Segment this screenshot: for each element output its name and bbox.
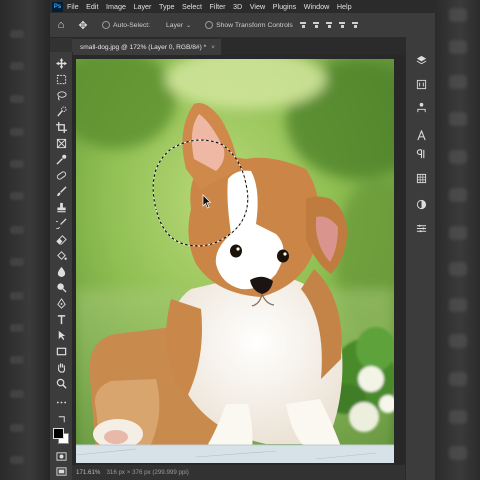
show-transform-checkbox[interactable] <box>205 21 214 29</box>
dodge-tool-icon[interactable] <box>55 281 67 293</box>
color-icon[interactable] <box>415 198 427 210</box>
brush-tool-icon[interactable] <box>55 185 67 197</box>
auto-select-checkbox[interactable] <box>102 21 110 29</box>
status-bar: 171.61% 316 px × 376 px (299.999 ppi) <box>72 465 405 480</box>
auto-select-target-dropdown[interactable]: Layer <box>166 22 183 29</box>
align-middle-icon[interactable] <box>351 21 359 29</box>
align-top-icon[interactable] <box>338 21 346 29</box>
move-tool-preset-icon[interactable]: ✥ <box>72 19 94 32</box>
clone-stamp-tool-icon[interactable] <box>55 201 67 213</box>
eraser-tool-icon[interactable] <box>55 233 67 245</box>
zoom-level[interactable]: 171.61% <box>76 469 100 476</box>
path-selection-tool-icon[interactable] <box>55 329 67 341</box>
eyedropper-tool-icon[interactable] <box>55 153 67 165</box>
swap-colors-icon[interactable] <box>55 413 67 425</box>
properties-icon[interactable] <box>415 101 427 113</box>
align-center-icon[interactable] <box>312 21 320 29</box>
quick-selection-tool-icon[interactable] <box>55 105 67 117</box>
menu-filter[interactable]: Filter <box>210 2 226 11</box>
align-left-icon[interactable] <box>299 21 307 29</box>
menu-3d[interactable]: 3D <box>233 2 242 11</box>
history-brush-tool-icon[interactable] <box>55 217 67 229</box>
paragraph-icon[interactable] <box>415 147 427 159</box>
quick-mask-icon[interactable] <box>55 450 67 462</box>
blurred-left-margin <box>0 0 50 480</box>
document-tab-title: small-dog.jpg @ 172% (Layer 0, RGB/8#) * <box>80 43 207 51</box>
menu-layer[interactable]: Layer <box>133 2 151 11</box>
spot-healing-tool-icon[interactable] <box>55 169 67 181</box>
rectangle-tool-icon[interactable] <box>55 345 67 357</box>
blur-tool-icon[interactable] <box>55 265 67 277</box>
move-tool-icon[interactable] <box>55 57 67 69</box>
zoom-tool-icon[interactable] <box>55 377 67 389</box>
blurred-right-margin <box>435 0 480 480</box>
pen-tool-icon[interactable] <box>55 297 67 309</box>
menu-plugins[interactable]: Plugins <box>273 2 297 11</box>
screen-mode-icon[interactable] <box>55 465 67 477</box>
libraries-icon[interactable] <box>415 222 427 234</box>
crop-tool-icon[interactable] <box>55 121 67 133</box>
tools-panel <box>50 52 73 480</box>
align-right-icon[interactable] <box>325 21 333 29</box>
options-bar: ⌂ ✥ Auto-Select: Layer ⌄ Show Transform … <box>50 13 435 38</box>
lasso-tool-icon[interactable] <box>55 89 67 101</box>
layers-icon[interactable] <box>415 54 427 66</box>
auto-select-label: Auto-Select: <box>113 21 151 29</box>
menu-bar: Ps File Edit Image Layer Type Select Fil… <box>50 0 435 13</box>
menu-file[interactable]: File <box>67 2 79 11</box>
frame-tool-icon[interactable] <box>55 137 67 149</box>
document-tab[interactable]: small-dog.jpg @ 172% (Layer 0, RGB/8#) *… <box>72 39 222 55</box>
dog-photo <box>76 59 394 463</box>
paint-bucket-tool-icon[interactable] <box>55 249 67 261</box>
menu-window[interactable]: Window <box>304 2 330 11</box>
menu-image[interactable]: Image <box>106 2 126 11</box>
document-canvas[interactable] <box>76 59 394 463</box>
more-tools-icon[interactable] <box>55 396 67 408</box>
photoshop-window: Ps File Edit Image Layer Type Select Fil… <box>50 0 435 480</box>
menu-edit[interactable]: Edit <box>86 2 98 11</box>
hand-tool-icon[interactable] <box>55 361 67 373</box>
chevron-down-icon[interactable]: ⌄ <box>186 22 191 29</box>
document-info: 316 px × 376 px (299.999 ppi) <box>106 469 189 476</box>
close-icon[interactable]: × <box>211 44 215 51</box>
swatches-icon[interactable] <box>415 172 427 184</box>
menu-select[interactable]: Select <box>182 2 202 11</box>
document-tabs: small-dog.jpg @ 172% (Layer 0, RGB/8#) *… <box>72 37 405 55</box>
adjustments-icon[interactable] <box>415 78 427 90</box>
right-panel-dock <box>405 37 435 480</box>
home-icon[interactable]: ⌂ <box>50 19 72 31</box>
menu-view[interactable]: View <box>250 2 265 11</box>
marquee-tool-icon[interactable] <box>55 73 67 85</box>
menu-type[interactable]: Type <box>159 2 175 11</box>
show-transform-label: Show Transform Controls <box>216 21 293 29</box>
character-icon[interactable] <box>415 129 427 141</box>
foreground-color-swatch[interactable] <box>53 428 64 439</box>
photoshop-logo-icon: Ps <box>52 1 63 12</box>
menu-help[interactable]: Help <box>337 2 352 11</box>
type-tool-icon[interactable] <box>55 313 67 325</box>
canvas-area[interactable] <box>72 55 405 465</box>
